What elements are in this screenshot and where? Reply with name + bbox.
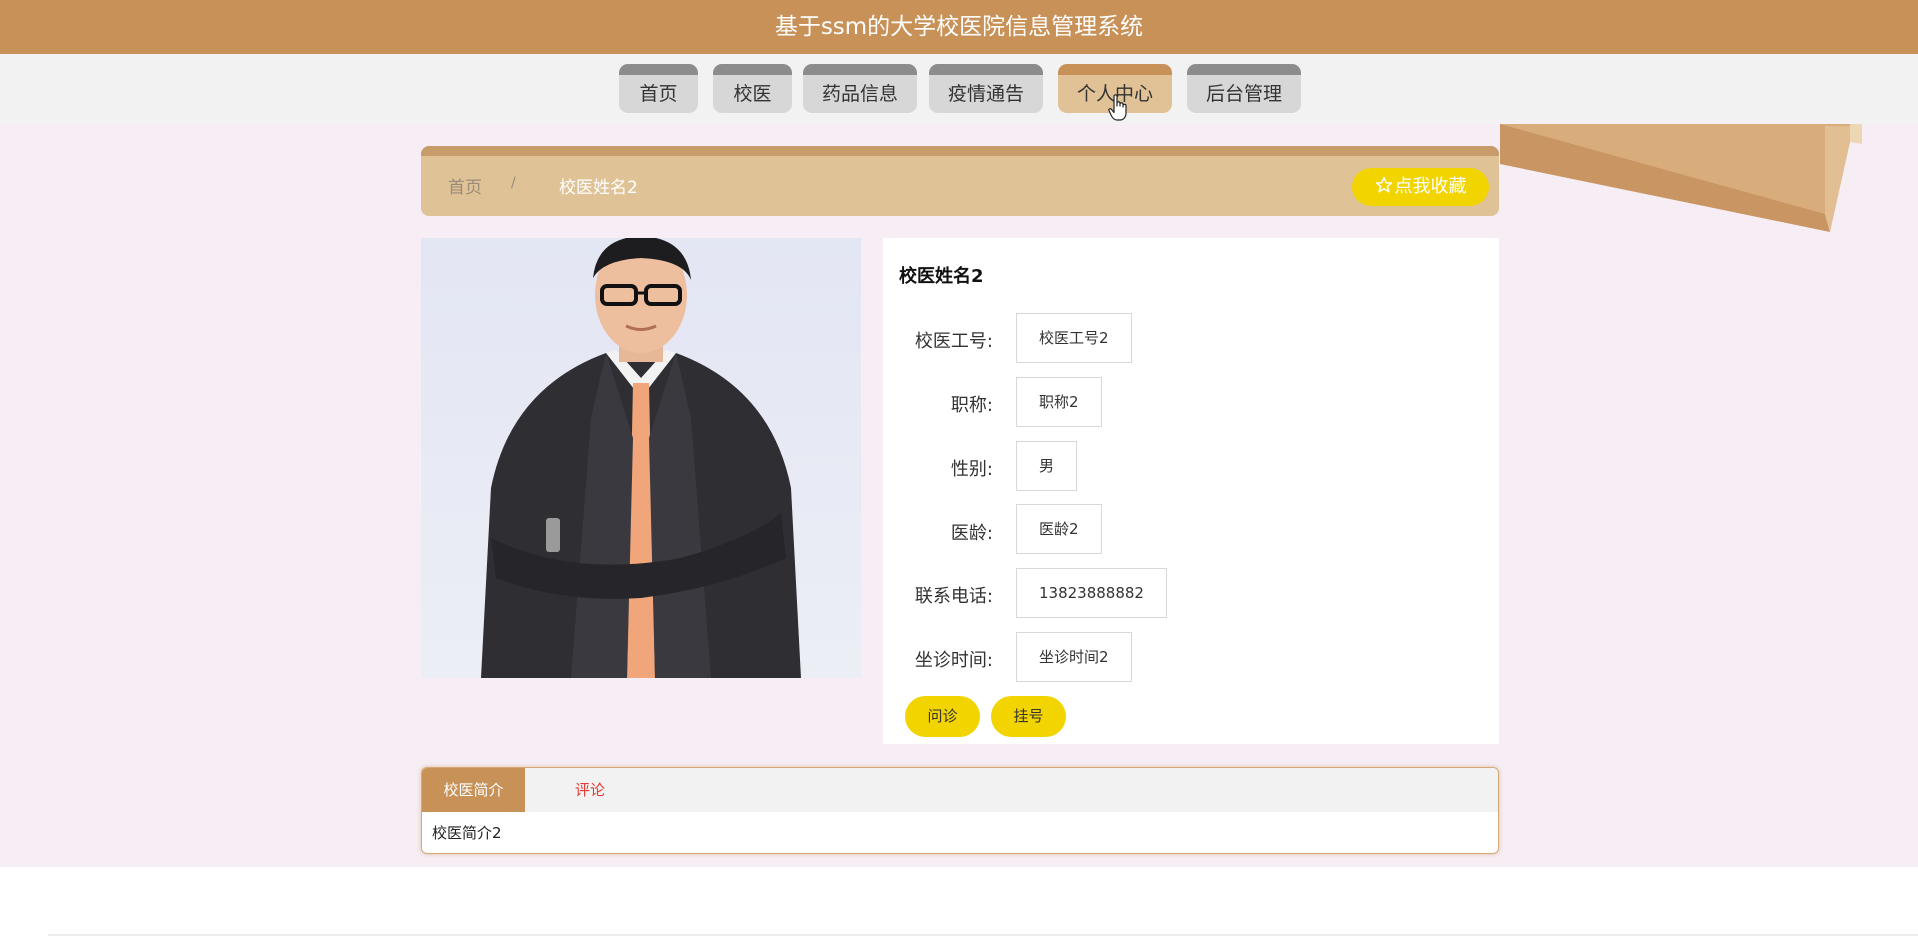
doctor-photo bbox=[421, 238, 861, 678]
site-header: 基于ssm的大学校医院信息管理系统 bbox=[0, 0, 1918, 54]
nav-item-admin[interactable]: 后台管理 bbox=[1187, 64, 1301, 113]
favorite-button-label: 点我收藏 bbox=[1394, 176, 1467, 197]
tab-content: 校医简介2 bbox=[432, 824, 502, 842]
gender-value: 男 bbox=[1016, 441, 1078, 491]
main-nav: 首页 校医 药品信息 疫情通告 个人中心 后台管理 bbox=[0, 54, 1918, 124]
site-title: 基于ssm的大学校医院信息管理系统 bbox=[774, 14, 1144, 40]
nav-item-doctors[interactable]: 校医 bbox=[713, 64, 792, 113]
star-outline-icon bbox=[1375, 176, 1392, 193]
nav-item-home[interactable]: 首页 bbox=[619, 64, 698, 113]
title-value: 职称2 bbox=[1016, 377, 1102, 427]
gender-label: 性别: bbox=[950, 459, 993, 480]
register-button[interactable]: 挂号 bbox=[991, 696, 1066, 737]
favorite-button[interactable]: 点我收藏 bbox=[1352, 168, 1489, 206]
tab-doctor-intro[interactable]: 校医简介 bbox=[422, 768, 525, 812]
consult-time-value: 坐诊时间2 bbox=[1016, 632, 1132, 682]
years-of-practice-value: 医龄2 bbox=[1016, 504, 1102, 554]
nav-item-epidemic-notice[interactable]: 疫情通告 bbox=[929, 64, 1043, 113]
breadcrumb: 首页 / 校医姓名2 点我收藏 bbox=[421, 146, 1499, 216]
years-of-practice-label: 医龄: bbox=[950, 523, 993, 544]
doctor-info-panel: 校医姓名2 校医工号: 校医工号2 职称: 职称2 性别: 男 医龄: 医龄2 … bbox=[883, 238, 1499, 744]
nav-item-medicines[interactable]: 药品信息 bbox=[803, 64, 917, 113]
staff-id-label: 校医工号: bbox=[914, 331, 993, 352]
tab-comments[interactable]: 评论 bbox=[560, 768, 620, 812]
phone-value: 13823888882 bbox=[1016, 568, 1167, 618]
consult-button[interactable]: 问诊 bbox=[905, 696, 980, 737]
breadcrumb-current: 校医姓名2 bbox=[559, 178, 638, 198]
decorative-ribbon-shape bbox=[1500, 124, 1862, 232]
consult-time-label: 坐诊时间: bbox=[914, 650, 993, 671]
hand-pointer-icon bbox=[1108, 94, 1127, 121]
phone-label: 联系电话: bbox=[914, 586, 993, 607]
tab-header: 校医简介 评论 bbox=[422, 768, 1498, 812]
staff-id-value: 校医工号2 bbox=[1016, 313, 1132, 363]
doctor-name: 校医姓名2 bbox=[899, 266, 984, 287]
bottom-divider bbox=[48, 934, 1918, 936]
breadcrumb-separator: / bbox=[511, 175, 516, 191]
detail-tabs: 校医简介 评论 校医简介2 bbox=[421, 767, 1499, 854]
title-label: 职称: bbox=[950, 395, 993, 416]
doctor-portrait-image bbox=[421, 238, 861, 678]
breadcrumb-home-link[interactable]: 首页 bbox=[448, 173, 482, 198]
